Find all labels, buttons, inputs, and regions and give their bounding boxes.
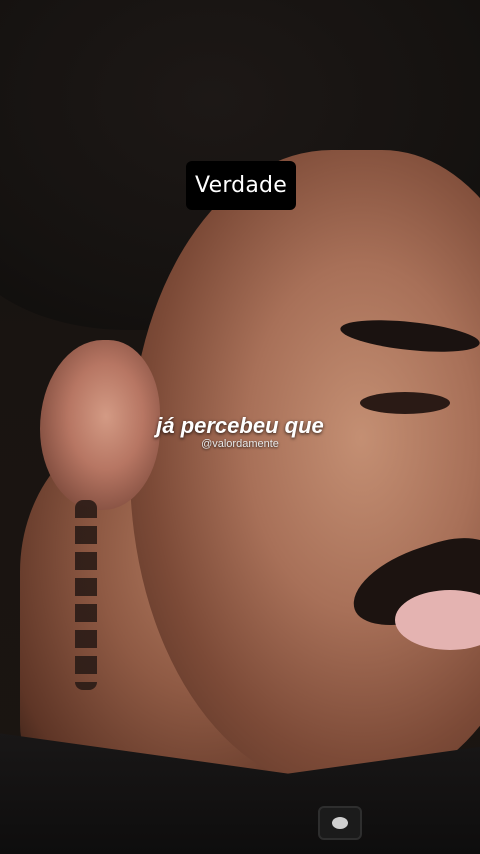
watermark-handle: @valordamente	[201, 438, 279, 450]
title-label: Verdade	[195, 173, 287, 198]
eye	[360, 392, 450, 414]
title-pill: Verdade	[186, 161, 296, 210]
video-frame: Verdade já percebeu que @valordamente	[0, 0, 480, 854]
caption-text: já percebeu que	[156, 413, 324, 438]
seatbelt-buckle	[318, 806, 362, 840]
neck-tattoo	[75, 500, 97, 690]
